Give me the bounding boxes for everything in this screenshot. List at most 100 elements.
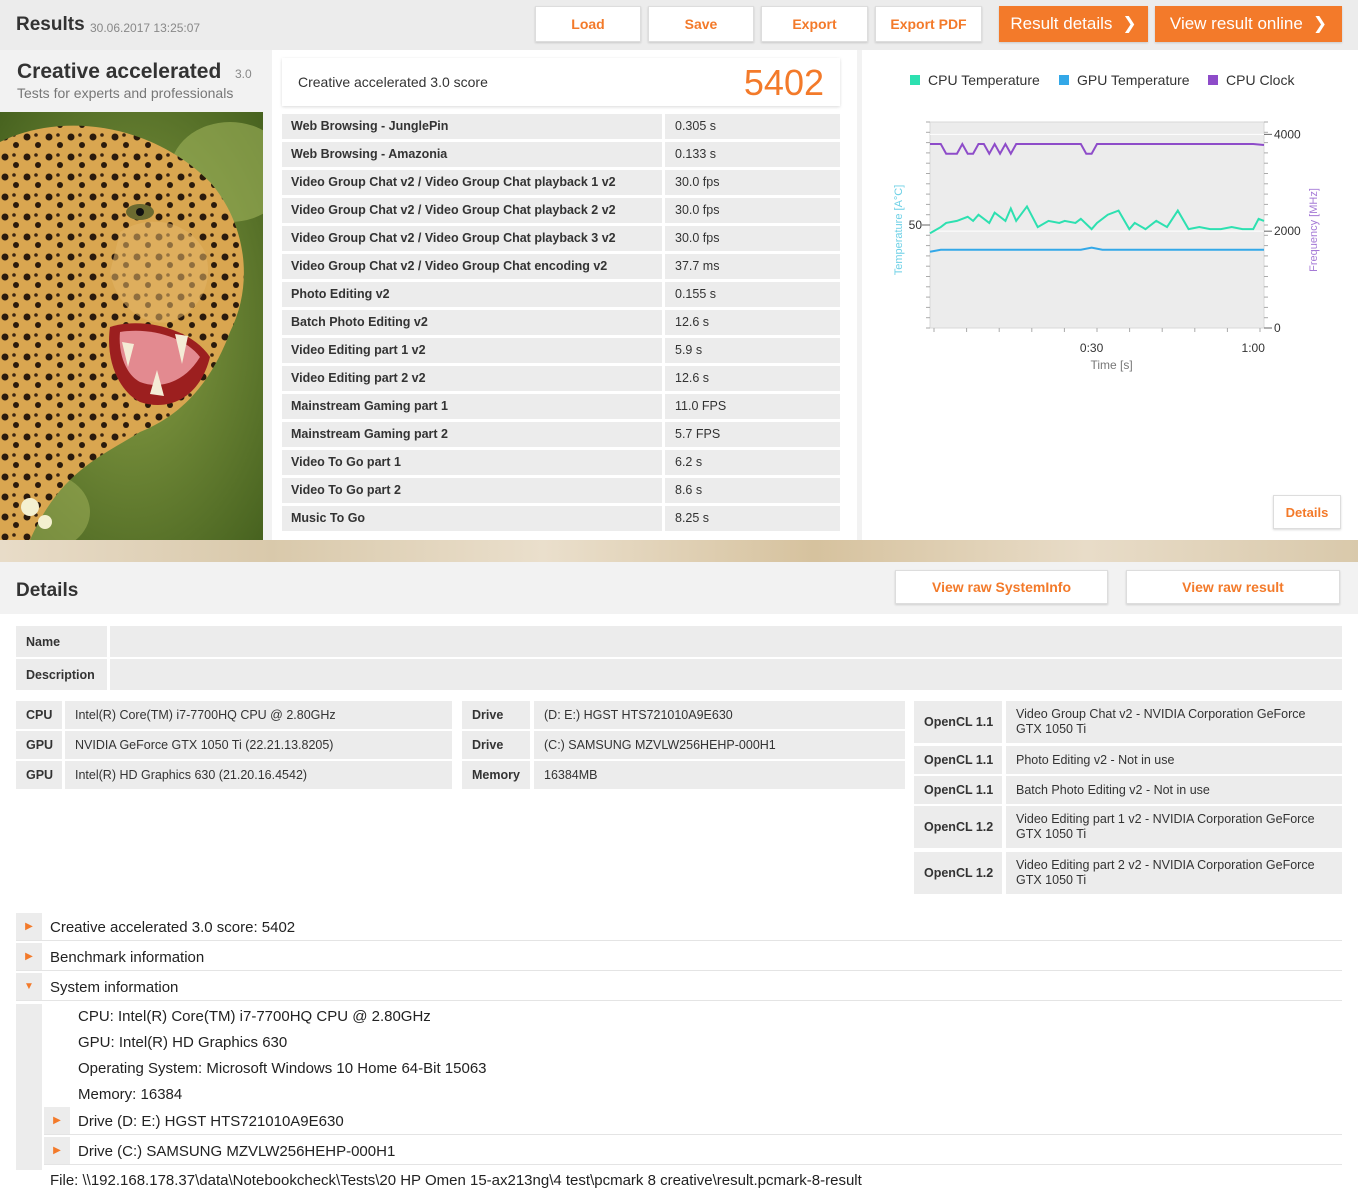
monitoring-chart: 50 4000 2000 0 0:30 1:00 Time [s] Temperature [… [893, 121, 1320, 372]
opencl-value: Video Editing part 2 v2 - NVIDIA Corpora… [1006, 852, 1342, 894]
result-value: 0.305 s [665, 114, 840, 139]
y-left-tick-label: 50 [909, 218, 923, 232]
tree-label: Benchmark information [50, 949, 205, 966]
result-name: Web Browsing - JunglePin [282, 114, 662, 139]
result-name: Video Group Chat v2 / Video Group Chat p… [282, 198, 662, 223]
results-table: Web Browsing - JunglePin 0.305 s Web Brows… [282, 114, 840, 534]
result-row: Web Browsing - JunglePin 0.305 s [282, 114, 840, 142]
hw-value: Intel(R) HD Graphics 630 (21.20.16.4542) [65, 761, 452, 789]
section-divider [0, 540, 1358, 562]
chevron-right-icon: ❯ [1122, 14, 1137, 33]
opencl-value: Photo Editing v2 - Not in use [1006, 746, 1342, 774]
sysinfo-gpu: GPU: Intel(R) HD Graphics 630 [78, 1034, 288, 1051]
chevron-right-icon: ❯ [1312, 14, 1328, 33]
benchmark-panel: Creative accelerated 3.0 Tests for exper… [0, 50, 263, 540]
export-pdf-button[interactable]: Export PDF [875, 6, 982, 42]
expand-arrow-icon[interactable]: ▶ [44, 1137, 70, 1164]
result-name: Video Group Chat v2 / Video Group Chat e… [282, 254, 662, 279]
result-row: Video To Go part 1 6.2 s [282, 450, 840, 478]
tree-label: System information [50, 979, 179, 996]
result-value: 30.0 fps [665, 170, 840, 195]
description-label: Description [16, 659, 107, 690]
result-row: Video To Go part 2 8.6 s [282, 478, 840, 506]
opencl-value: Batch Photo Editing v2 - Not in use [1006, 776, 1342, 804]
opencl-value: Video Editing part 1 v2 - NVIDIA Corpora… [1006, 806, 1342, 848]
result-details-label: Result details [1010, 14, 1113, 33]
tree-item-score[interactable]: ▶ Creative accelerated 3.0 score: 5402 [16, 913, 1342, 941]
export-button[interactable]: Export [761, 6, 868, 42]
result-row: Batch Photo Editing v2 12.6 s [282, 310, 840, 338]
expand-arrow-icon[interactable]: ▶ [16, 943, 42, 970]
result-value: 5.7 FPS [665, 422, 840, 447]
chart-details-button[interactable]: Details [1273, 495, 1341, 529]
name-value [110, 626, 1342, 657]
result-row: Mainstream Gaming part 1 11.0 FPS [282, 394, 840, 422]
benchmark-name: Creative accelerated [17, 60, 222, 83]
result-row: Video Group Chat v2 / Video Group Chat p… [282, 198, 840, 226]
result-row: Video Group Chat v2 / Video Group Chat p… [282, 170, 840, 198]
sysinfo-cpu: CPU: Intel(R) Core(TM) i7-7700HQ CPU @ 2… [78, 1008, 431, 1025]
expand-arrow-icon[interactable]: ▶ [16, 913, 42, 940]
name-label: Name [16, 626, 107, 657]
y-right-tick-label: 4000 [1274, 127, 1301, 141]
result-date: 30.06.2017 13:25:07 [90, 21, 201, 35]
hw-label: Memory [462, 761, 530, 789]
monitoring-chart-panel: CPU Temperature GPU Temperature CPU Cloc… [862, 50, 1358, 540]
tree-item-system-info[interactable]: ▼ System information [16, 973, 1342, 1001]
tree-item-benchmark-info[interactable]: ▶ Benchmark information [16, 943, 1342, 971]
result-value: 30.0 fps [665, 198, 840, 223]
view-raw-result-button[interactable]: View raw result [1126, 570, 1340, 604]
tree-label: Drive (D: E:) HGST HTS721010A9E630 [78, 1113, 344, 1130]
result-value: 0.155 s [665, 282, 840, 307]
result-name: Mainstream Gaming part 2 [282, 422, 662, 447]
result-value: 30.0 fps [665, 226, 840, 251]
details-section: Details View raw SystemInfo View raw res… [0, 562, 1358, 1200]
load-button[interactable]: Load [535, 6, 641, 42]
hw-value: 16384MB [534, 761, 905, 789]
hw-label: GPU [16, 761, 62, 789]
result-name: Video To Go part 2 [282, 478, 662, 503]
opencl-label: OpenCL 1.2 [914, 806, 1002, 848]
result-row: Video Editing part 2 v2 12.6 s [282, 366, 840, 394]
result-value: 8.6 s [665, 478, 840, 503]
y-right-tick-label: 2000 [1274, 224, 1301, 238]
score-box: Creative accelerated 3.0 score 5402 [282, 58, 840, 106]
result-value: 0.133 s [665, 142, 840, 167]
tree-indent-bar [16, 1004, 42, 1170]
opencl-label: OpenCL 1.1 [914, 746, 1002, 774]
result-name: Photo Editing v2 [282, 282, 662, 307]
result-name: Video Group Chat v2 / Video Group Chat p… [282, 170, 662, 195]
result-row: Photo Editing v2 0.155 s [282, 282, 840, 310]
save-button[interactable]: Save [648, 6, 754, 42]
result-row: Mainstream Gaming part 2 5.7 FPS [282, 422, 840, 450]
opencl-label: OpenCL 1.1 [914, 701, 1002, 743]
y-left-axis-label: Temperature [A°C] [893, 185, 905, 276]
opencl-label: OpenCL 1.2 [914, 852, 1002, 894]
tree-item-drive-1[interactable]: ▶ Drive (D: E:) HGST HTS721010A9E630 [44, 1107, 1342, 1135]
details-title: Details [16, 580, 79, 601]
view-online-label: View result online [1169, 14, 1303, 33]
hw-label: Drive [462, 701, 530, 729]
result-value: 6.2 s [665, 450, 840, 475]
result-name: Batch Photo Editing v2 [282, 310, 662, 335]
tree-item-drive-2[interactable]: ▶ Drive (C:) SAMSUNG MZVLW256HEHP-000H1 [44, 1137, 1342, 1165]
benchmark-version: 3.0 [235, 67, 252, 81]
benchmark-subtitle: Tests for experts and professionals [17, 85, 234, 101]
tree-label: Creative accelerated 3.0 score: 5402 [50, 919, 296, 936]
hw-label: GPU [16, 731, 62, 759]
view-raw-systeminfo-button[interactable]: View raw SystemInfo [895, 570, 1108, 604]
opencl-label: OpenCL 1.1 [914, 776, 1002, 804]
sysinfo-os: Operating System: Microsoft Windows 10 H… [78, 1060, 487, 1077]
opencl-value: Video Group Chat v2 - NVIDIA Corporation… [1006, 701, 1342, 743]
hw-label: CPU [16, 701, 62, 729]
result-value: 12.6 s [665, 366, 840, 391]
sysinfo-memory: Memory: 16384 [78, 1086, 183, 1103]
view-online-button[interactable]: View result online ❯ [1155, 6, 1342, 42]
collapse-arrow-icon[interactable]: ▼ [16, 973, 42, 1000]
top-bar: Results 30.06.2017 13:25:07 Load Save Ex… [0, 0, 1358, 50]
expand-arrow-icon[interactable]: ▶ [44, 1107, 70, 1134]
result-details-button[interactable]: Result details ❯ [999, 6, 1148, 42]
result-row: Video Editing part 1 v2 5.9 s [282, 338, 840, 366]
hw-label: Drive [462, 731, 530, 759]
description-value [110, 659, 1342, 690]
